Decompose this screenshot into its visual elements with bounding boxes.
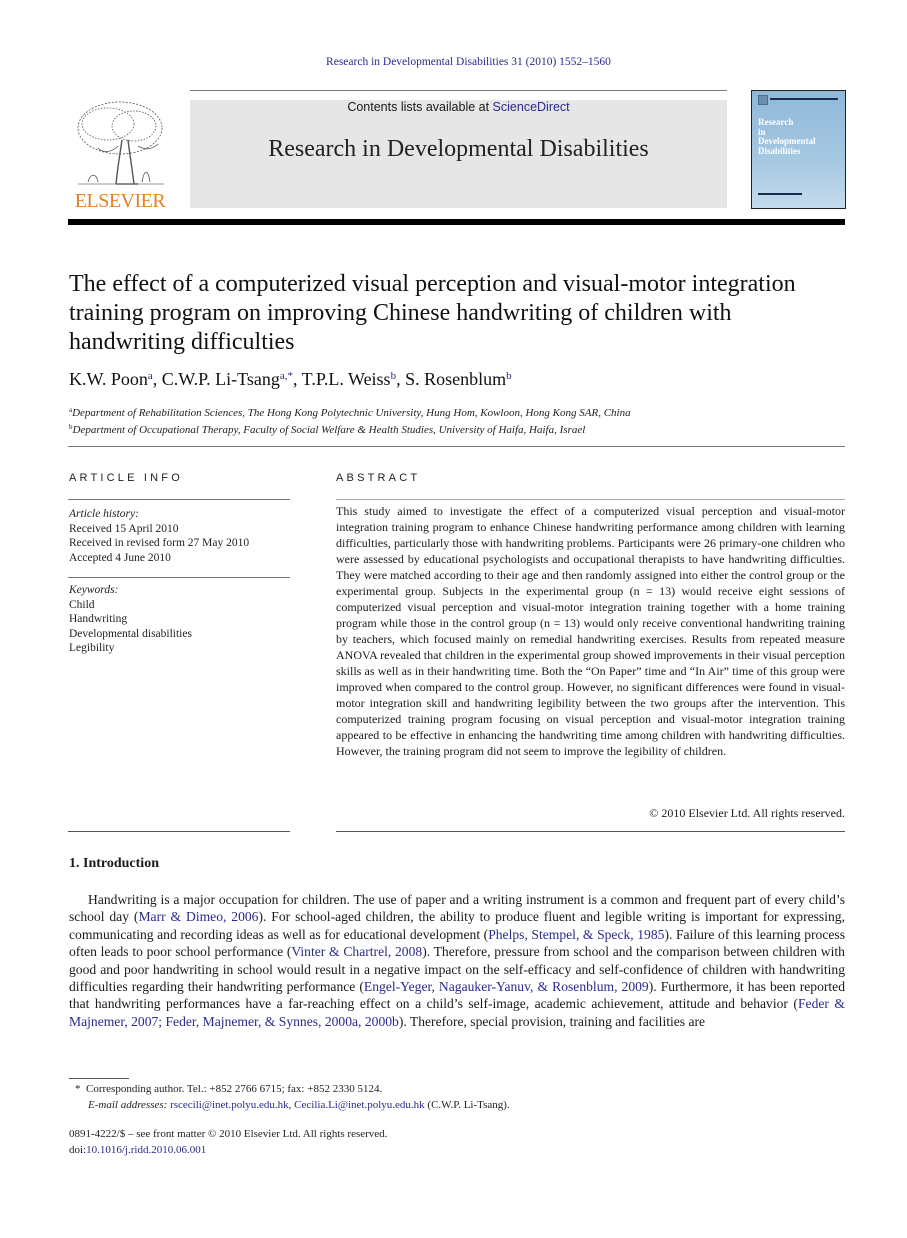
front-matter-text: 0891-4222/$ – see front matter © 2010 El… (69, 1128, 388, 1140)
journal-cover-thumbnail[interactable]: Research in Developmental Disabilities (751, 90, 846, 209)
author-name[interactable]: K.W. Poon (69, 369, 148, 389)
history-received: Received 15 April 2010 (69, 522, 179, 535)
article-info-heading: ARTICLE INFO (69, 472, 183, 484)
affiliation-text: Department of Occupational Therapy, Facu… (72, 424, 586, 436)
author-list: K.W. Poona, C.W.P. Li-Tsanga,*, T.P.L. W… (69, 369, 512, 390)
header-thick-rule (68, 219, 845, 225)
abstract-text: This study aimed to investigate the effe… (336, 504, 845, 758)
author-name[interactable]: T.P.L. Weiss (302, 369, 391, 389)
header-top-rule (190, 90, 727, 91)
abstract-bottom-rule (336, 831, 845, 832)
introduction-paragraph: Handwriting is a major occupation for ch… (69, 891, 845, 1030)
sciencedirect-link[interactable]: ScienceDirect (493, 100, 570, 114)
keyword: Legibility (69, 642, 115, 655)
citation-link[interactable]: Marr & Dimeo, 2006 (138, 909, 258, 924)
affiliation-text: Department of Rehabilitation Sciences, T… (72, 407, 631, 419)
corresponding-text: Corresponding author. Tel.: +852 2766 67… (86, 1083, 383, 1095)
email-label: E-mail addresses: (88, 1098, 171, 1111)
elsevier-wordmark: ELSEVIER (74, 190, 166, 212)
corresponding-author-footnote: * Corresponding author. Tel.: +852 2766 … (75, 1082, 510, 1113)
article-history-label: Article history: (69, 508, 139, 520)
email-line: E-mail addresses: rscecili@inet.polyu.ed… (75, 1098, 510, 1114)
citation-link[interactable]: Phelps, Stempel, & Speck, 1985 (488, 927, 664, 942)
cover-title: Research in Developmental Disabilities (758, 117, 816, 156)
section-divider (68, 446, 845, 447)
keyword: Child (69, 598, 95, 611)
footnote-rule (69, 1078, 129, 1079)
corresponding-line: * Corresponding author. Tel.: +852 2766 … (75, 1082, 510, 1098)
footnote-star: * (75, 1083, 81, 1095)
author-name[interactable]: S. Rosenblum (405, 369, 506, 389)
affiliation-a: aDepartment of Rehabilitation Sciences, … (69, 403, 631, 420)
abstract-heading: ABSTRACT (336, 472, 421, 484)
doi-link[interactable]: 10.1016/j.ridd.2010.06.001 (86, 1144, 206, 1156)
author-separator: , (152, 369, 162, 389)
article-history: Article history: Received 15 April 2010 … (69, 507, 249, 565)
keyword: Developmental disabilities (69, 627, 192, 640)
affiliation-b: bDepartment of Occupational Therapy, Fac… (69, 420, 631, 437)
affiliations: aDepartment of Rehabilitation Sciences, … (69, 403, 631, 437)
article-info-rule (68, 577, 290, 578)
email-link-1[interactable]: rscecili@inet.polyu.edu.hk (170, 1099, 289, 1111)
citation-link[interactable]: Engel-Yeger, Nagauker-Yanuv, & Rosenblum… (364, 979, 649, 994)
doi-line: doi:10.1016/j.ridd.2010.06.001 (69, 1143, 387, 1159)
abstract-copyright: © 2010 Elsevier Ltd. All rights reserved… (649, 806, 845, 820)
cover-emblem-icon (758, 95, 768, 105)
contents-available-line: Contents lists available at ScienceDirec… (190, 100, 727, 114)
citation-link[interactable]: Vinter & Chartrel, 2008 (291, 944, 422, 959)
doi-label: doi: (69, 1143, 87, 1156)
article-info-bottom-rule (68, 831, 290, 832)
cover-title-line: Research (758, 117, 794, 127)
email-link-2[interactable]: Cecilia.Li@inet.polyu.edu.hk (294, 1099, 425, 1111)
keywords: Keywords: Child Handwriting Developmenta… (69, 583, 192, 656)
history-accepted: Accepted 4 June 2010 (69, 551, 171, 564)
journal-reference-link[interactable]: Research in Developmental Disabilities 3… (326, 56, 611, 68)
cover-bottom-bar (758, 193, 802, 195)
article-info-rule (68, 499, 290, 500)
section-heading-introduction: 1. Introduction (69, 856, 159, 871)
history-revised: Received in revised form 27 May 2010 (69, 537, 250, 550)
author-separator: , (396, 369, 406, 389)
article-title: The effect of a computerized visual perc… (69, 271, 796, 355)
keywords-label: Keywords: (69, 584, 119, 596)
abstract-rule (336, 499, 845, 500)
contents-prefix: Contents lists available at (347, 100, 493, 114)
front-matter: 0891-4222/$ – see front matter © 2010 El… (69, 1127, 387, 1158)
author-affiliation-marker[interactable]: a,* (280, 370, 293, 382)
journal-title: Research in Developmental Disabilities (268, 136, 649, 162)
author-name[interactable]: C.W.P. Li-Tsang (162, 369, 280, 389)
keyword: Handwriting (69, 613, 128, 626)
email-owner: (C.W.P. Li-Tsang). (424, 1098, 510, 1111)
author-affiliation-marker[interactable]: b (506, 370, 512, 382)
introduction-text: ). Therefore, special provision, trainin… (398, 1013, 706, 1029)
cover-top-bar (770, 98, 838, 100)
cover-title-line: Disabilities (758, 145, 801, 156)
journal-reference[interactable]: Research in Developmental Disabilities 3… (0, 56, 907, 68)
author-separator: , (292, 369, 302, 389)
